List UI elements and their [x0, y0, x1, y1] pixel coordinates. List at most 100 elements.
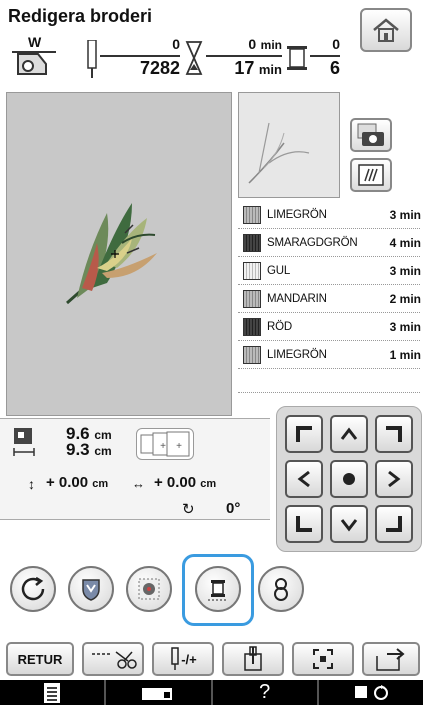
document-icon	[44, 682, 61, 703]
thread-row[interactable]: LIMEGRÖN 1 min	[243, 345, 421, 365]
chevron-up-icon	[340, 427, 358, 440]
vertical-arrow-icon: ↕	[28, 476, 35, 492]
time-total-wrap: 17 min	[206, 58, 282, 79]
start-point-button[interactable]	[222, 642, 284, 676]
move-up-left-button[interactable]	[285, 415, 323, 453]
thread-row[interactable]: MANDARIN 2 min	[243, 289, 421, 309]
bottom-bar: ?	[0, 680, 423, 705]
camera-icon	[357, 123, 384, 146]
row-divider	[238, 340, 420, 341]
thread-color-swatch	[243, 206, 261, 224]
row-divider	[238, 368, 420, 369]
help-button[interactable]: ?	[213, 680, 319, 705]
sewing-check-button[interactable]	[350, 158, 392, 192]
manual-button[interactable]	[0, 680, 107, 705]
divider	[206, 55, 282, 57]
frame-corners-icon	[313, 649, 333, 669]
vertical-offset-readout: + 0.00 cm	[46, 474, 108, 491]
embroidery-preview[interactable]	[6, 92, 232, 416]
center-dot-icon	[343, 473, 355, 485]
retur-label: RETUR	[17, 651, 63, 667]
thread-time: 2 min	[389, 292, 421, 306]
time-current-unit: min	[260, 38, 282, 52]
needle-step-button[interactable]: -/+	[152, 642, 214, 676]
move-up-button[interactable]	[330, 415, 368, 453]
change-color-button[interactable]	[126, 566, 172, 612]
thumbnail-design-icon	[248, 122, 310, 184]
move-right-button[interactable]	[375, 460, 413, 498]
thread-color-button[interactable]	[195, 566, 241, 612]
needle-icon	[171, 647, 179, 670]
svg-text:+: +	[160, 441, 166, 452]
stitch-total: 7282	[139, 58, 180, 78]
page-title: Redigera broderi	[8, 6, 153, 26]
chevron-left-icon	[297, 470, 310, 488]
row-divider	[238, 284, 420, 285]
presser-foot-label: W	[28, 34, 42, 50]
time-current: 0	[248, 36, 257, 52]
move-down-button[interactable]	[330, 505, 368, 543]
thread-name: RÖD	[267, 321, 292, 333]
move-down-left-button[interactable]	[285, 505, 323, 543]
chevron-down-icon	[340, 519, 358, 532]
width-readout: 9.3 cm	[66, 440, 112, 460]
thread-name: LIMEGRÖN	[267, 209, 327, 221]
thread-row[interactable]: SMARAGDGRÖN 4 min	[243, 233, 421, 253]
stitch-current: 0	[172, 36, 180, 52]
continuous-button[interactable]	[258, 566, 304, 612]
scissors-icon	[92, 651, 137, 669]
horizontal-offset-readout: + 0.00 cm	[154, 474, 216, 491]
retur-button[interactable]: RETUR	[6, 642, 74, 676]
svg-text:+: +	[176, 441, 182, 452]
presser-foot-lift-button[interactable]	[319, 680, 423, 705]
move-down-right-button[interactable]	[375, 505, 413, 543]
camera-button[interactable]	[350, 118, 392, 152]
rotation-icon: ↻	[182, 501, 195, 518]
thread-row[interactable]: GUL 3 min	[243, 261, 421, 281]
thread-name: MANDARIN	[267, 293, 327, 305]
width-value: 9.3	[66, 440, 90, 459]
thread-name: LIMEGRÖN	[267, 349, 327, 361]
thread-time: 1 min	[389, 348, 421, 362]
needle-icon	[87, 40, 97, 78]
figure-eight-icon	[274, 578, 288, 601]
move-up-right-button[interactable]	[375, 415, 413, 453]
thread-time: 3 min	[389, 320, 421, 334]
horizontal-offset: + 0.00	[154, 474, 197, 491]
machine-settings-button[interactable]	[106, 680, 213, 705]
move-pad	[276, 406, 422, 552]
move-left-button[interactable]	[285, 460, 323, 498]
close-button[interactable]	[362, 642, 420, 676]
needle-step-label: -/+	[181, 651, 197, 667]
stitch-preview-icon	[358, 164, 384, 186]
jump-stitch-trim-button[interactable]	[82, 642, 144, 676]
divider	[310, 55, 340, 57]
thread-spool-icon	[287, 46, 307, 70]
divider	[100, 55, 180, 57]
frame-size-indicator: + +	[136, 428, 194, 460]
thread-row[interactable]: RÖD 3 min	[243, 317, 421, 337]
time-total-unit: min	[258, 62, 282, 77]
size-icon	[13, 428, 35, 456]
embroidery-design-icon	[66, 203, 157, 305]
design-thumbnail	[238, 92, 340, 198]
time-total: 17	[234, 58, 255, 78]
density-button[interactable]	[68, 566, 114, 612]
rotate-button[interactable]	[10, 566, 56, 612]
corner-up-left-icon	[296, 426, 312, 442]
color-palette-icon	[138, 578, 160, 600]
home-button[interactable]	[360, 8, 412, 52]
thread-time: 3 min	[389, 208, 421, 222]
needle-position-icon	[244, 646, 262, 671]
corner-down-left-icon	[296, 516, 312, 532]
vertical-offset: + 0.00	[46, 474, 89, 491]
sewing-machine-icon	[142, 687, 173, 700]
thread-row[interactable]: LIMEGRÖN 3 min	[243, 205, 421, 225]
thread-color-swatch	[243, 262, 261, 280]
row-divider	[238, 392, 420, 393]
shield-icon	[82, 579, 100, 601]
thread-spool-icon	[208, 580, 228, 601]
trial-button[interactable]	[292, 642, 354, 676]
thread-name: SMARAGDGRÖN	[267, 237, 358, 249]
center-button[interactable]	[330, 460, 368, 498]
